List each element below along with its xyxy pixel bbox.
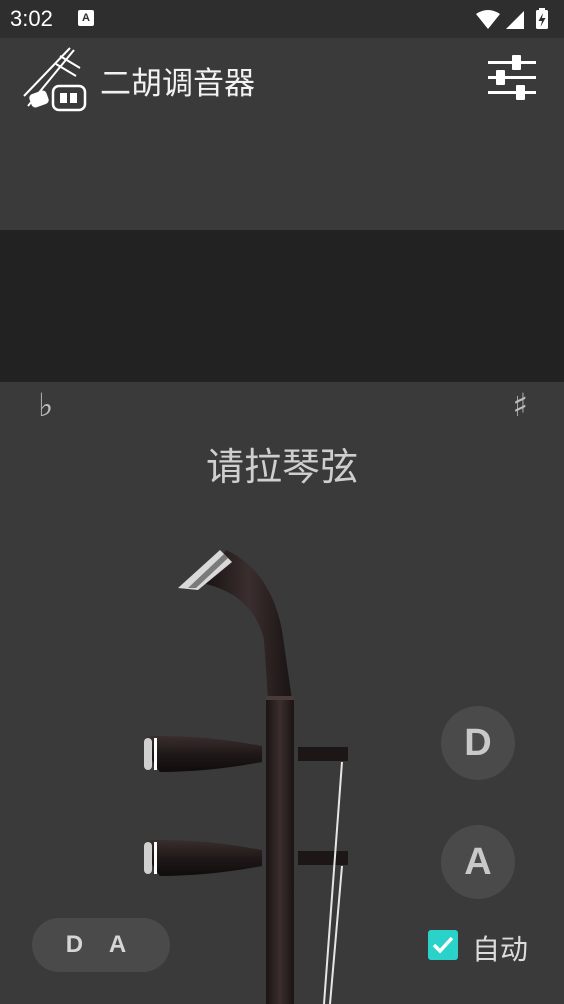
tuning-peg-outer: [144, 840, 348, 876]
flat-indicator: ♭: [38, 386, 54, 424]
check-icon: [432, 936, 454, 954]
app-bar: 二胡调音器: [0, 38, 564, 122]
tuning-mode-button[interactable]: D A: [32, 918, 170, 972]
string-d-button[interactable]: D: [441, 706, 515, 780]
erhu-logo-icon: [23, 47, 87, 112]
app-title: 二胡调音器: [100, 66, 255, 102]
signal-icon: [506, 11, 524, 29]
status-icons: [476, 8, 548, 29]
pitch-display-area: [0, 122, 564, 230]
play-string-prompt: 请拉琴弦: [205, 445, 358, 489]
erhu-neck: [266, 696, 294, 1004]
auto-label: 自动: [472, 933, 529, 966]
tuning-peg-inner: [144, 736, 348, 772]
status-bar: 3:02 A: [0, 0, 564, 38]
sharp-indicator: ♯: [512, 386, 528, 424]
notification-icon: A: [78, 10, 94, 26]
auto-checkbox[interactable]: [428, 930, 458, 960]
pitch-meter-band: [0, 230, 564, 382]
settings-button[interactable]: [486, 54, 538, 102]
status-time: 3:02: [10, 6, 53, 31]
wifi-icon: [476, 10, 500, 29]
battery-icon: [536, 8, 548, 29]
string-a-button[interactable]: A: [441, 825, 515, 899]
sliders-icon: [488, 55, 536, 100]
